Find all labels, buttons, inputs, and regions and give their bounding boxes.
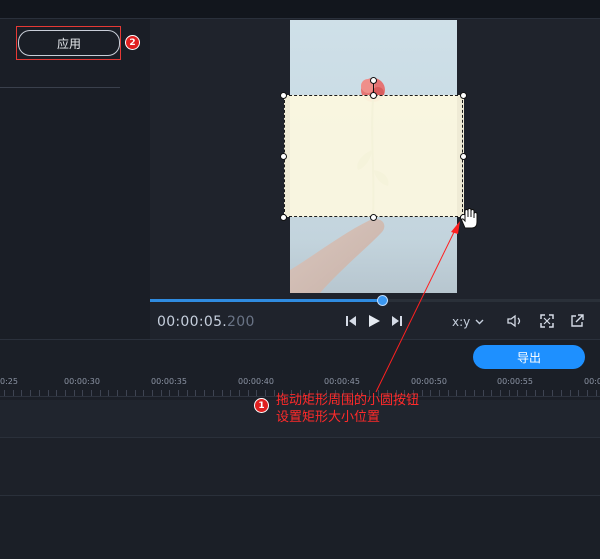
tick-label: 00:00:35 bbox=[151, 377, 187, 386]
ruler-tick bbox=[273, 390, 275, 396]
rotate-handle[interactable] bbox=[370, 77, 377, 84]
ruler-tick bbox=[526, 390, 527, 396]
ruler-tick bbox=[30, 390, 32, 396]
ruler-tick bbox=[186, 390, 188, 396]
tick-label: 00:00:55 bbox=[497, 377, 533, 386]
tick-label: 00:00:40 bbox=[238, 377, 274, 386]
skip-back-button[interactable] bbox=[342, 312, 360, 330]
timeline-divider bbox=[0, 339, 600, 340]
ruler-tick bbox=[552, 390, 554, 396]
ruler-tick bbox=[491, 390, 493, 396]
ruler-tick bbox=[543, 390, 545, 396]
resize-handle-bottom-left[interactable] bbox=[280, 214, 287, 221]
timecode: 00:00:05.200 bbox=[157, 314, 255, 330]
resize-handle-top-left[interactable] bbox=[280, 92, 287, 99]
apply-button[interactable]: 应用 bbox=[18, 30, 120, 56]
left-panel bbox=[0, 19, 150, 339]
ruler-tick bbox=[99, 390, 101, 396]
ruler-tick bbox=[134, 390, 136, 396]
ruler-tick bbox=[517, 390, 519, 396]
ruler-tick bbox=[265, 390, 266, 396]
ruler-tick bbox=[151, 390, 153, 396]
annotation-note: 拖动矩形周围的小圆按钮 设置矩形大小位置 bbox=[276, 392, 419, 426]
annotation-badge-2: 2 bbox=[125, 35, 140, 50]
selection-rectangle[interactable] bbox=[284, 95, 463, 217]
ruler-tick bbox=[238, 390, 240, 396]
ruler-tick bbox=[64, 390, 66, 396]
skip-back-icon bbox=[346, 316, 356, 326]
ruler-tick bbox=[4, 390, 5, 396]
ruler-tick bbox=[256, 390, 258, 396]
ruler-tick bbox=[247, 390, 249, 396]
ruler-tick bbox=[117, 390, 119, 396]
timeline-track-audio[interactable] bbox=[0, 438, 600, 496]
ruler-tick bbox=[160, 390, 162, 396]
ruler-tick bbox=[465, 390, 467, 396]
ruler-tick bbox=[560, 390, 562, 396]
ruler-tick bbox=[108, 390, 110, 396]
tick-label: 00:00:45 bbox=[324, 377, 360, 386]
popout-icon bbox=[571, 314, 584, 327]
chevron-down-icon bbox=[475, 319, 484, 325]
ruler-tick bbox=[91, 390, 92, 396]
ruler-tick bbox=[38, 390, 40, 396]
ruler-tick bbox=[586, 390, 588, 396]
ruler-tick bbox=[56, 390, 58, 396]
ruler-tick bbox=[499, 390, 501, 396]
timeline-empty-area bbox=[0, 496, 600, 559]
timecode-main: 00:00:05. bbox=[157, 314, 228, 330]
ruler-tick bbox=[195, 390, 197, 396]
popout-button[interactable] bbox=[568, 312, 586, 330]
resize-handle-left[interactable] bbox=[280, 153, 287, 160]
annotation-note-line1: 拖动矩形周围的小圆按钮 bbox=[276, 393, 420, 408]
ruler-tick bbox=[230, 390, 232, 396]
ruler-tick bbox=[473, 390, 475, 396]
fullscreen-icon bbox=[540, 314, 554, 328]
annotation-badge-1: 1 bbox=[254, 398, 269, 413]
ruler-tick bbox=[178, 390, 179, 396]
resize-handle-right[interactable] bbox=[460, 153, 467, 160]
tick-label: 00:00:30 bbox=[64, 377, 100, 386]
tick-label: 0:25 bbox=[0, 377, 18, 386]
ruler-tick bbox=[169, 390, 171, 396]
ruler-tick bbox=[221, 390, 223, 396]
top-bar bbox=[0, 0, 600, 19]
ruler-tick bbox=[82, 390, 84, 396]
tick-label: 00:01 bbox=[584, 377, 600, 386]
ruler-tick bbox=[143, 390, 145, 396]
ruler-tick bbox=[595, 390, 597, 396]
ruler-tick bbox=[482, 390, 484, 396]
ruler-tick bbox=[73, 390, 75, 396]
timecode-ms: 200 bbox=[227, 314, 255, 330]
volume-button[interactable] bbox=[506, 312, 524, 330]
resize-handle-top[interactable] bbox=[370, 92, 377, 99]
ruler-tick bbox=[508, 390, 510, 396]
left-divider bbox=[0, 87, 120, 88]
ruler-tick bbox=[21, 390, 23, 396]
ruler-tick bbox=[12, 390, 14, 396]
export-button[interactable]: 导出 bbox=[473, 345, 585, 369]
ruler-tick bbox=[569, 390, 571, 396]
annotation-note-line2: 设置矩形大小位置 bbox=[276, 410, 381, 425]
ruler-tick bbox=[47, 390, 49, 396]
ruler-tick bbox=[204, 390, 206, 396]
scrubber-progress bbox=[150, 299, 382, 302]
ruler-tick bbox=[212, 390, 214, 396]
ruler-tick bbox=[534, 390, 536, 396]
ruler-tick bbox=[578, 390, 580, 396]
annotation-arrow bbox=[375, 221, 460, 393]
ruler-tick bbox=[125, 390, 127, 396]
fullscreen-button[interactable] bbox=[538, 312, 556, 330]
volume-icon bbox=[506, 314, 520, 328]
resize-handle-top-right[interactable] bbox=[460, 92, 467, 99]
